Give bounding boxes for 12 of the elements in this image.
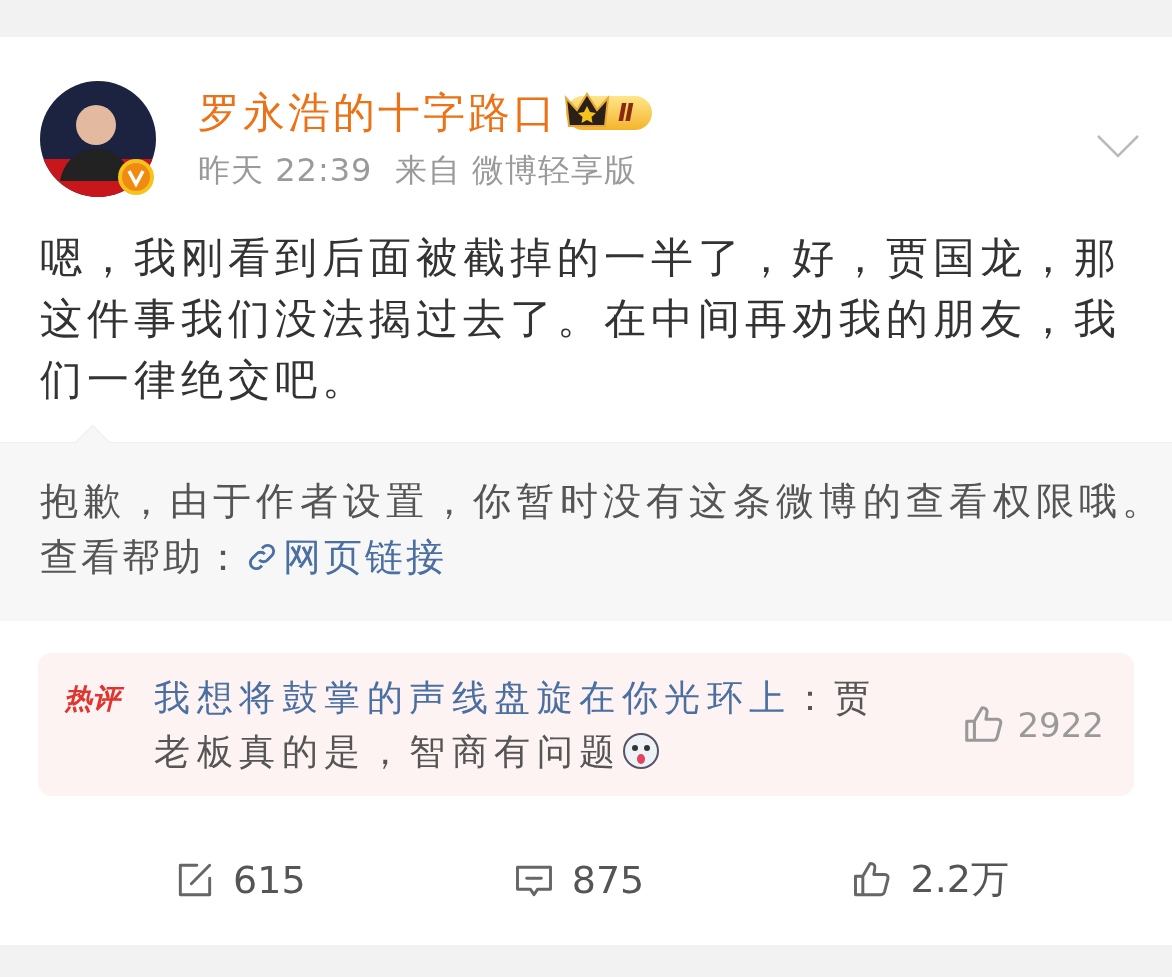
comment-like-count: 2922	[1017, 704, 1104, 745]
comment-text: 我想将鼓掌的声线盘旋在你光环上：贾老板真的是，智商有问题	[154, 675, 878, 774]
post-text: 嗯，我刚看到后面被截掉的一半了，好，贾国龙，那这件事我们没法揭过去了。在中间再劝我的朋友，我们一律绝交吧。	[39, 232, 1122, 406]
permission-notice: 抱歉，由于作者设置，你暂时没有这条微博的查看权限哦。	[40, 478, 1132, 525]
hot-comment[interactable]: 热评 我想将鼓掌的声线盘旋在你光环上：贾老板真的是，智商有问题 2922	[38, 653, 1134, 796]
web-link[interactable]: 网页链接	[245, 529, 447, 585]
comment-button[interactable]: 875	[511, 854, 645, 905]
help-label: 查看帮助：	[40, 534, 245, 581]
like-button[interactable]: 2.2万	[850, 854, 1009, 905]
repost-button[interactable]: 615	[173, 854, 306, 905]
hot-comment-tag: 热评	[62, 679, 126, 719]
post-meta: 昨天 22:39 来自 微博轻享版	[198, 150, 638, 191]
